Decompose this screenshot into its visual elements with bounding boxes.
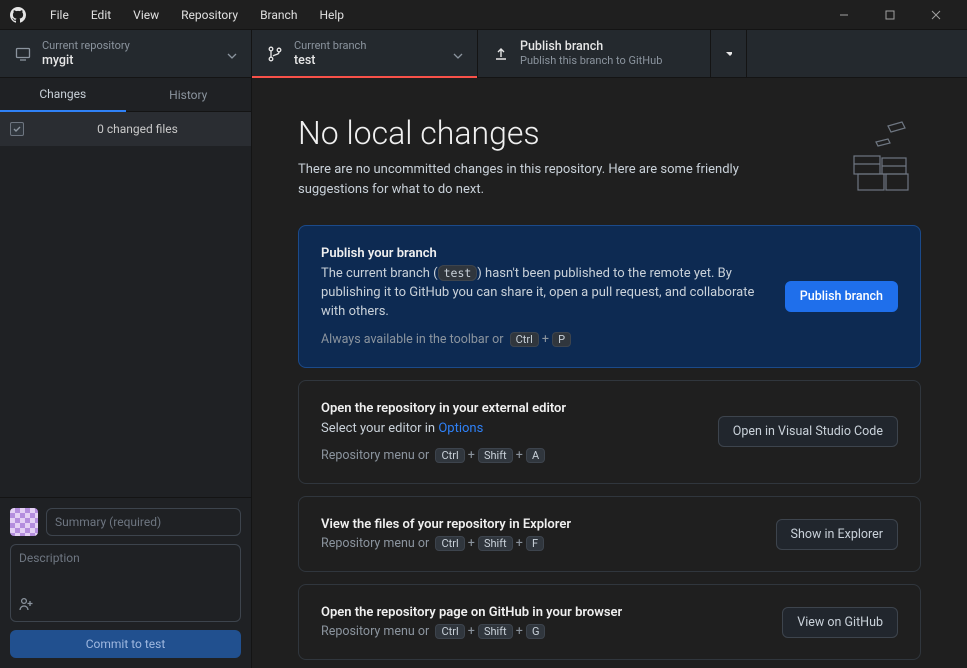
options-link[interactable]: Options [438, 421, 483, 436]
window-maximize-button[interactable] [867, 0, 913, 30]
github-card-hint: Repository menu or Ctrl + Shift + G [321, 624, 762, 639]
repo-value: mygit [42, 53, 130, 68]
commit-form: Description Commit to test [0, 497, 251, 668]
caret-down-icon [725, 51, 732, 57]
kbd: P [552, 332, 571, 347]
chevron-down-icon [227, 44, 237, 63]
changes-count: 0 changed files [34, 122, 241, 136]
menu-branch[interactable]: Branch [250, 4, 307, 26]
publish-card-desc: The current branch (test) hasn't been pu… [321, 265, 765, 322]
page-subtitle: There are no uncommitted changes in this… [298, 160, 807, 199]
page-title: No local changes [298, 114, 807, 152]
tab-history[interactable]: History [126, 78, 252, 112]
description-input[interactable]: Description [10, 544, 241, 622]
upload-icon [492, 46, 510, 62]
menu-view[interactable]: View [123, 4, 169, 26]
select-all-checkbox[interactable] [10, 122, 24, 136]
toolbar-more-dropdown[interactable] [711, 30, 747, 77]
description-placeholder: Description [19, 551, 232, 565]
commit-button[interactable]: Commit to test [10, 630, 241, 658]
branch-value: test [294, 53, 366, 68]
publish-card: Publish your branch The current branch (… [298, 225, 921, 368]
empty-state-illustration [831, 114, 921, 199]
main-content: No local changes There are no uncommitte… [252, 78, 967, 668]
open-editor-button[interactable]: Open in Visual Studio Code [718, 416, 898, 447]
github-card: Open the repository page on GitHub in yo… [298, 584, 921, 660]
kbd: A [526, 448, 545, 463]
explorer-card-hint: Repository menu or Ctrl + Shift + F [321, 536, 756, 551]
summary-input[interactable] [46, 508, 241, 536]
github-card-title: Open the repository page on GitHub in yo… [321, 605, 762, 620]
menu-edit[interactable]: Edit [81, 4, 121, 26]
view-on-github-button[interactable]: View on GitHub [782, 607, 898, 638]
kbd: Shift [478, 536, 513, 551]
publish-card-hint: Always available in the toolbar or Ctrl … [321, 332, 765, 347]
kbd: Shift [478, 448, 513, 463]
publish-sub: Publish this branch to GitHub [520, 54, 662, 67]
kbd: Ctrl [510, 332, 539, 347]
explorer-card: View the files of your repository in Exp… [298, 496, 921, 572]
branch-selector[interactable]: Current branch test [252, 30, 478, 77]
editor-card-desc: Select your editor in Options [321, 420, 698, 439]
publish-label: Publish branch [520, 39, 662, 54]
kbd: G [526, 624, 546, 639]
menu-file[interactable]: File [40, 4, 79, 26]
kbd: Ctrl [435, 536, 464, 551]
sidebar-tabs: Changes History [0, 78, 251, 112]
repo-selector[interactable]: Current repository mygit [0, 30, 252, 77]
sidebar: Changes History 0 changed files Descript… [0, 78, 252, 668]
editor-card-title: Open the repository in your external edi… [321, 401, 698, 416]
kbd: Ctrl [435, 448, 464, 463]
editor-card: Open the repository in your external edi… [298, 380, 921, 485]
git-branch-icon [266, 46, 284, 62]
publish-branch-button[interactable]: Publish branch [785, 281, 898, 312]
chevron-down-icon [453, 44, 463, 63]
explorer-card-title: View the files of your repository in Exp… [321, 517, 756, 532]
tab-changes[interactable]: Changes [0, 78, 126, 112]
changes-header: 0 changed files [0, 112, 251, 146]
kbd: Shift [478, 624, 513, 639]
branch-tag: test [438, 265, 478, 281]
publish-branch-action[interactable]: Publish branch Publish this branch to Gi… [478, 30, 711, 77]
titlebar: File Edit View Repository Branch Help [0, 0, 967, 30]
window-minimize-button[interactable] [821, 0, 867, 30]
show-in-explorer-button[interactable]: Show in Explorer [776, 519, 898, 550]
toolbar: Current repository mygit Current branch … [0, 30, 967, 78]
github-logo-icon [8, 5, 28, 25]
branch-label: Current branch [294, 39, 366, 52]
window-controls [821, 0, 959, 30]
kbd: F [526, 536, 544, 551]
hero: No local changes There are no uncommitte… [298, 114, 921, 199]
publish-card-title: Publish your branch [321, 246, 765, 261]
window-close-button[interactable] [913, 0, 959, 30]
avatar [10, 508, 38, 536]
menu-help[interactable]: Help [309, 4, 354, 26]
menu-repository[interactable]: Repository [171, 4, 248, 26]
editor-card-hint: Repository menu or Ctrl + Shift + A [321, 448, 698, 463]
desktop-icon [14, 46, 32, 62]
add-coauthor-icon[interactable] [19, 597, 232, 615]
kbd: Ctrl [435, 624, 464, 639]
menubar: File Edit View Repository Branch Help [40, 4, 821, 26]
repo-label: Current repository [42, 39, 130, 52]
